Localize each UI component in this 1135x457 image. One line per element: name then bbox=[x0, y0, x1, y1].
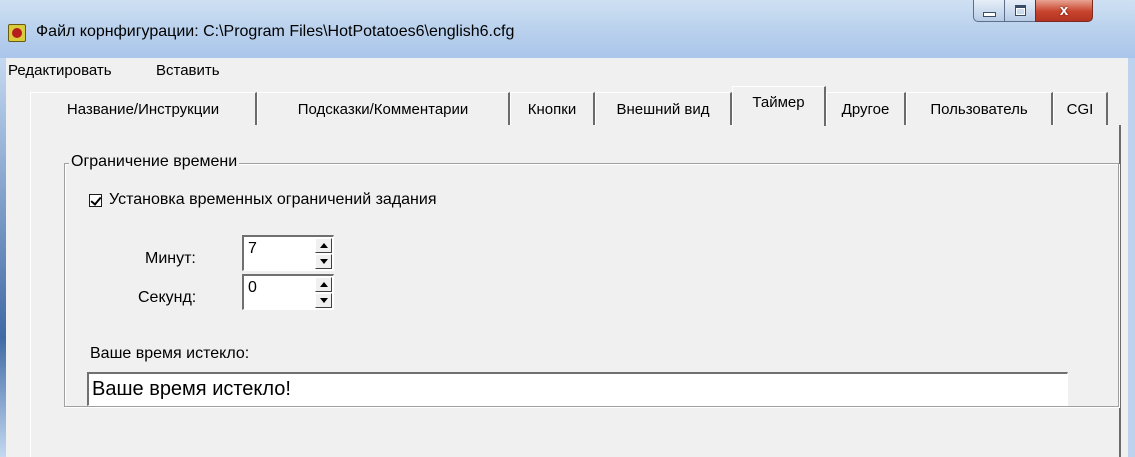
timeout-message-label: Ваше время истекло: bbox=[90, 345, 250, 362]
arrow-down-icon bbox=[319, 298, 328, 303]
minutes-label: Минут: bbox=[145, 250, 196, 267]
minutes-spinner[interactable]: 7 bbox=[242, 235, 334, 271]
tab-hints-comments[interactable]: Подсказки/Комментарии bbox=[257, 92, 510, 125]
title-bar[interactable]: Файл корнфигурации: C:\Program Files\Hot… bbox=[0, 0, 1135, 58]
seconds-spinner[interactable]: 0 bbox=[242, 274, 334, 310]
tab-cgi[interactable]: CGI bbox=[1053, 92, 1108, 125]
seconds-decrement-button[interactable] bbox=[315, 293, 332, 308]
tab-timer[interactable]: Таймер bbox=[732, 86, 826, 126]
arrow-up-icon bbox=[319, 243, 328, 248]
arrow-up-icon bbox=[319, 282, 328, 287]
seconds-increment-button[interactable] bbox=[315, 277, 332, 292]
tab-appearance[interactable]: Внешний вид bbox=[595, 92, 732, 125]
close-button[interactable]: x bbox=[1035, 0, 1093, 22]
seconds-spin-buttons bbox=[315, 277, 332, 308]
minutes-spin-buttons bbox=[315, 238, 332, 269]
tab-buttons[interactable]: Кнопки bbox=[510, 92, 595, 125]
tab-strip: Название/Инструкции Подсказки/Комментари… bbox=[30, 86, 1120, 126]
seconds-label: Секунд: bbox=[138, 289, 197, 306]
menu-insert[interactable]: Вставить bbox=[156, 62, 220, 79]
maximize-button[interactable] bbox=[1004, 0, 1036, 22]
time-limit-checkbox-label[interactable]: Установка временных ограничений задания bbox=[109, 191, 436, 209]
time-limit-group-title: Ограничение времени bbox=[69, 153, 240, 171]
minutes-value[interactable]: 7 bbox=[248, 240, 257, 258]
tab-title-instructions[interactable]: Название/Инструкции bbox=[30, 92, 257, 125]
time-limit-checkbox[interactable] bbox=[89, 193, 102, 207]
window-title: Файл корнфигурации: C:\Program Files\Hot… bbox=[36, 23, 515, 40]
config-window: Файл корнфигурации: C:\Program Files\Hot… bbox=[0, 0, 1135, 457]
menu-edit[interactable]: Редактировать bbox=[8, 62, 112, 79]
minimize-icon bbox=[982, 12, 996, 17]
window-right-border bbox=[1128, 58, 1135, 457]
maximize-icon bbox=[1014, 5, 1026, 16]
timeout-message-input[interactable] bbox=[87, 372, 1068, 406]
timer-tab-panel: Ограничение времени Установка временных … bbox=[30, 125, 1121, 457]
seconds-value[interactable]: 0 bbox=[248, 279, 257, 297]
menu-bar: Редактировать Вставить bbox=[6, 58, 1128, 83]
hot-potatoes-app-icon[interactable] bbox=[8, 24, 26, 42]
minutes-increment-button[interactable] bbox=[315, 238, 332, 253]
minimize-button[interactable] bbox=[973, 0, 1005, 22]
close-icon: x bbox=[1059, 2, 1069, 19]
minutes-decrement-button[interactable] bbox=[315, 254, 332, 269]
arrow-down-icon bbox=[319, 259, 328, 264]
window-left-border bbox=[0, 58, 6, 457]
time-limit-checkbox-row[interactable]: Установка временных ограничений задания bbox=[89, 191, 436, 209]
tab-user[interactable]: Пользователь bbox=[906, 92, 1053, 125]
tab-other[interactable]: Другое bbox=[826, 92, 906, 125]
